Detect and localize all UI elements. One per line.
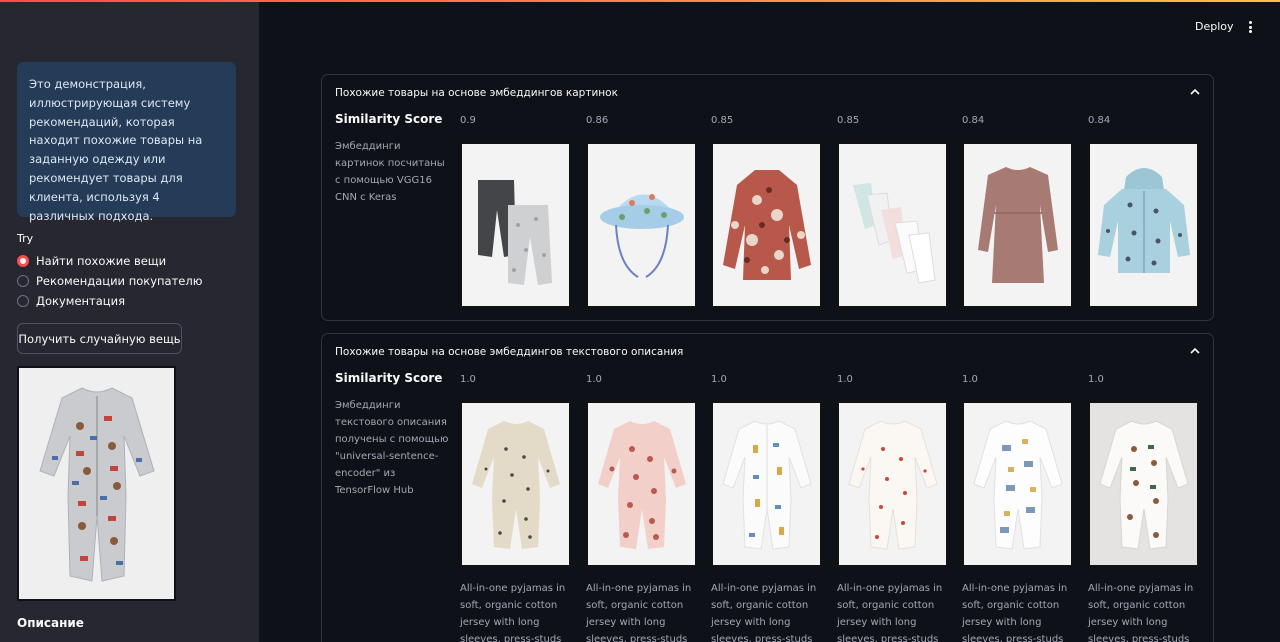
query-product-image xyxy=(17,366,176,601)
similarity-score: 0.84 xyxy=(1088,115,1111,126)
main-content: Deploy Похожие товары на основе эмбеддин… xyxy=(259,0,1280,642)
get-random-item-button[interactable]: Получить случайную вещь xyxy=(17,323,182,354)
radio-find-similar[interactable]: Найти похожие вещи xyxy=(17,254,166,268)
similarity-score: 0.9 xyxy=(460,115,476,126)
similarity-score: 1.0 xyxy=(962,374,978,385)
similarity-score: 0.85 xyxy=(837,115,860,126)
product-caption: All-in-one pyjamas in soft, organic cott… xyxy=(711,583,817,642)
product-image-pyjamas-white-dinos xyxy=(962,401,1073,567)
product-image-sun-hat xyxy=(586,142,697,308)
product-image-pyjamas-white-bears xyxy=(1088,401,1199,567)
product-caption: All-in-one pyjamas in soft, organic cott… xyxy=(1088,583,1194,642)
method-description: Эмбеддинги текстового описания получены … xyxy=(335,400,449,496)
expander-title[interactable]: Похожие товары на основе эмбеддингов кар… xyxy=(335,87,618,99)
similarity-score: 0.86 xyxy=(586,115,609,126)
similarity-score: 0.85 xyxy=(711,115,734,126)
radio-unselected-icon xyxy=(17,275,29,287)
radio-label: Документация xyxy=(36,294,126,308)
similarity-score: 1.0 xyxy=(586,374,602,385)
similarity-score: 1.0 xyxy=(1088,374,1104,385)
radio-group-label: Try xyxy=(17,232,34,245)
text-similarity-expander: Похожие товары на основе эмбеддингов тек… xyxy=(321,333,1214,642)
radio-label: Рекомендации покупателю xyxy=(36,274,203,288)
product-caption: All-in-one pyjamas in soft, organic cott… xyxy=(837,583,943,642)
similarity-score: 0.84 xyxy=(962,115,985,126)
expander-title[interactable]: Похожие товары на основе эмбеддингов тек… xyxy=(335,346,683,358)
top-decoration-bar xyxy=(0,0,1280,2)
image-similarity-expander: Похожие товары на основе эмбеддингов кар… xyxy=(321,74,1214,321)
product-image-hooded-jacket xyxy=(1088,142,1199,308)
radio-label: Найти похожие вещи xyxy=(36,254,167,268)
product-image-pyjamas-beige-dots xyxy=(460,401,571,567)
product-caption: All-in-one pyjamas in soft, organic cott… xyxy=(962,583,1068,642)
similarity-score-heading: Similarity Score xyxy=(335,371,443,385)
product-image-pyjamas-white-giraffes xyxy=(711,401,822,567)
product-image-pyjamas-pink-hearts xyxy=(586,401,697,567)
radio-unselected-icon xyxy=(17,295,29,307)
product-image-bodysuits-set xyxy=(837,142,948,308)
radio-documentation[interactable]: Документация xyxy=(17,294,125,308)
similarity-score-heading: Similarity Score xyxy=(335,112,443,126)
description-heading: Описание xyxy=(17,616,84,630)
radio-customer-recommendations[interactable]: Рекомендации покупателю xyxy=(17,274,202,288)
similarity-score: 1.0 xyxy=(460,374,476,385)
radio-selected-icon xyxy=(17,255,29,267)
similarity-score: 1.0 xyxy=(711,374,727,385)
chevron-up-icon[interactable] xyxy=(1189,87,1201,97)
sidebar: Это демонстрация, иллюстрирующая систему… xyxy=(0,0,259,642)
product-image-pyjamas-white-hearts xyxy=(837,401,948,567)
chevron-up-icon[interactable] xyxy=(1189,346,1201,356)
method-description: Эмбеддинги картинок посчитаны с помощью … xyxy=(335,141,445,203)
product-caption: All-in-one pyjamas in soft, organic cott… xyxy=(460,583,566,642)
deploy-button[interactable]: Deploy xyxy=(1195,20,1234,33)
product-image-baby-trousers xyxy=(460,142,571,308)
product-caption: All-in-one pyjamas in soft, organic cott… xyxy=(586,583,692,642)
product-image-nursing-dress xyxy=(962,142,1073,308)
product-image-floral-blouse xyxy=(711,142,822,308)
similarity-score: 1.0 xyxy=(837,374,853,385)
kebab-menu-icon[interactable] xyxy=(1243,18,1257,36)
info-message: Это демонстрация, иллюстрирующая систему… xyxy=(17,62,236,223)
